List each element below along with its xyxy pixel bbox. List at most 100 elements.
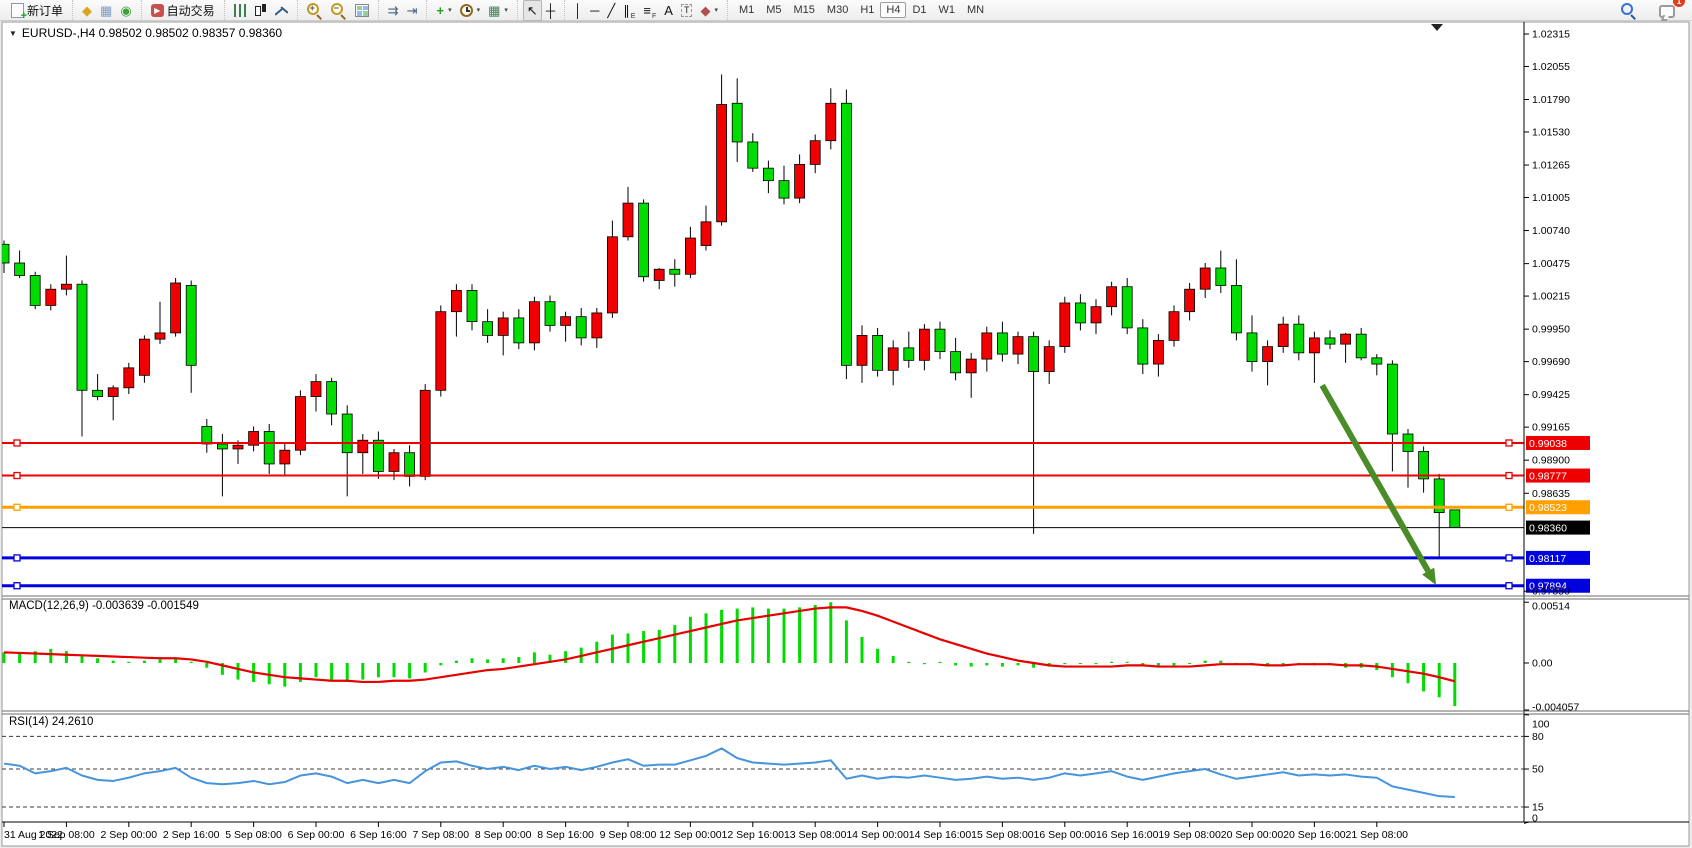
macd-histogram-bar [190, 662, 193, 663]
macd-histogram-bar [814, 605, 817, 663]
price-tick-label: 0.99690 [1532, 356, 1570, 368]
line-handle[interactable] [14, 555, 20, 561]
line-handle[interactable] [1506, 504, 1512, 510]
date-tick-label: 2 Sep 00:00 [100, 829, 157, 841]
macd-histogram-bar [471, 658, 474, 663]
line-handle[interactable] [14, 504, 20, 510]
date-tick-label: 21 Sep 08:00 [1346, 829, 1409, 841]
price-tick-label: 1.02055 [1532, 61, 1570, 73]
candle [1029, 337, 1039, 372]
line-handle[interactable] [14, 583, 20, 589]
macd-histogram-bar [1095, 663, 1098, 664]
chart-dropdown-icon[interactable]: ▼ [9, 29, 17, 38]
candle [873, 335, 883, 370]
rsi-axis-label: 0 [1532, 813, 1538, 825]
line-handle[interactable] [14, 440, 20, 446]
price-tick-label: 1.01790 [1532, 94, 1570, 106]
candle [61, 284, 71, 289]
macd-histogram-bar [393, 663, 396, 677]
macd-histogram-bar [1453, 663, 1456, 706]
candle [623, 203, 633, 237]
date-tick-label: 8 Sep 16:00 [537, 829, 594, 841]
candle [233, 445, 243, 449]
macd-histogram-bar [907, 662, 910, 663]
candle [514, 318, 524, 343]
macd-axis-label: 0.00 [1532, 658, 1553, 670]
chart-symbol-title[interactable]: ▼ EURUSD-,H4 0.98502 0.98502 0.98357 0.9… [9, 26, 282, 40]
line-handle[interactable] [1506, 440, 1512, 446]
candle [1294, 324, 1304, 353]
candle [1216, 268, 1226, 285]
candle [1169, 312, 1179, 341]
candle [373, 440, 383, 471]
macd-histogram-bar [1063, 663, 1066, 664]
candle [951, 352, 961, 373]
candle [561, 317, 571, 326]
candle [389, 453, 399, 472]
line-handle[interactable] [1506, 583, 1512, 589]
macd-histogram-bar [642, 631, 645, 663]
candle [592, 313, 602, 338]
date-tick-label: 8 Sep 00:00 [475, 829, 532, 841]
candle [1044, 347, 1054, 372]
macd-histogram-bar [673, 625, 676, 663]
macd-histogram-bar [65, 651, 68, 663]
candle [93, 390, 103, 396]
price-tick-label: 1.01005 [1532, 192, 1570, 204]
macd-histogram-bar [315, 663, 318, 677]
candle [420, 390, 430, 476]
macd-histogram-bar [1001, 663, 1004, 667]
macd-histogram-bar [829, 602, 832, 663]
candle [1450, 510, 1460, 528]
candle [685, 238, 695, 274]
candle [701, 222, 711, 246]
macd-histogram-bar [127, 662, 130, 663]
candle [1341, 334, 1351, 344]
macd-histogram-bar [439, 663, 442, 665]
candle [202, 426, 212, 443]
candle [1107, 287, 1117, 307]
date-tick-label: 7 Sep 08:00 [412, 829, 469, 841]
macd-histogram-bar [627, 633, 630, 663]
date-tick-label: 12 Sep 00:00 [659, 829, 722, 841]
date-tick-label: 13 Sep 08:00 [784, 829, 847, 841]
macd-histogram-bar [1110, 662, 1113, 663]
date-tick-label: 14 Sep 00:00 [846, 829, 909, 841]
macd-histogram-bar [1219, 661, 1222, 663]
macd-histogram-bar [736, 609, 739, 663]
candle [966, 359, 976, 373]
date-tick-label: 2 Sep 16:00 [163, 829, 220, 841]
macd-histogram-bar [798, 607, 801, 663]
candle [1091, 307, 1101, 323]
line-handle[interactable] [1506, 473, 1512, 479]
line-handle[interactable] [14, 473, 20, 479]
macd-histogram-bar [205, 663, 208, 668]
macd-histogram-bar [330, 663, 333, 680]
macd-histogram-bar [96, 658, 99, 663]
chart-area[interactable]: 0.990380.987770.985230.981170.978940.983… [0, 0, 1692, 848]
date-tick-label: 5 Sep 08:00 [225, 829, 282, 841]
macd-histogram-bar [361, 663, 364, 680]
date-tick-label: 12 Sep 16:00 [722, 829, 785, 841]
candle [1231, 285, 1241, 332]
line-handle[interactable] [1506, 555, 1512, 561]
candle [108, 388, 118, 397]
macd-histogram-bar [954, 663, 957, 665]
candle [1122, 287, 1132, 328]
candle [311, 382, 321, 397]
date-tick-label: 14 Sep 16:00 [909, 829, 972, 841]
macd-histogram-bar [689, 617, 692, 663]
candle [186, 285, 196, 365]
rsi-axis-label: 80 [1532, 731, 1544, 743]
rsi-axis-label: 100 [1532, 719, 1550, 731]
candle [779, 181, 789, 198]
candle [483, 322, 493, 336]
candle [997, 333, 1007, 354]
candle [139, 339, 149, 375]
candle [46, 289, 56, 305]
candle [1387, 364, 1397, 434]
candle [1263, 347, 1273, 362]
macd-histogram-bar [564, 651, 567, 663]
macd-histogram-bar [985, 663, 988, 665]
candle [841, 103, 851, 365]
